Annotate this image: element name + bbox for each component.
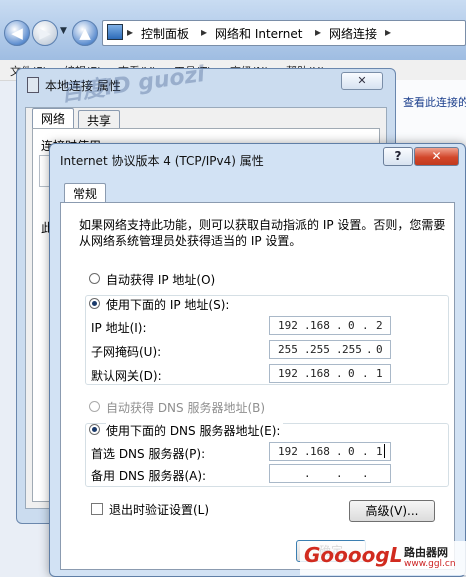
dns-octet[interactable]: 0	[348, 445, 355, 458]
mask-octet[interactable]: 255	[342, 343, 362, 356]
breadcrumb-item[interactable]: 网络连接	[329, 25, 377, 42]
octet-separator: .	[362, 445, 369, 458]
gateway-octet[interactable]: 0	[348, 367, 355, 380]
octet-separator: .	[362, 367, 369, 380]
breadcrumb-separator-icon: ▸	[315, 25, 322, 39]
octet-separator: .	[304, 467, 311, 480]
octet-separator: .	[336, 467, 343, 480]
auto-ip-radio[interactable]	[89, 273, 100, 284]
breadcrumb-item[interactable]: 控制面板	[141, 25, 189, 42]
ip-octet[interactable]: 192	[278, 319, 298, 332]
manual-ip-radio[interactable]	[89, 298, 100, 309]
preferred-dns-field[interactable]: 192 . 168 . 0 . 1	[269, 442, 391, 461]
manual-dns-label[interactable]: 使用下面的 DNS 服务器地址(E):	[106, 422, 284, 439]
breadcrumb-separator-icon: ▸	[127, 25, 134, 39]
octet-separator: .	[366, 343, 373, 356]
mask-octet[interactable]: 255	[310, 343, 330, 356]
breadcrumb-separator-icon: ▸	[385, 25, 392, 39]
auto-ip-label[interactable]: 自动获得 IP 地址(O)	[106, 271, 215, 288]
view-connection-link[interactable]: 查看此连接的	[403, 94, 466, 110]
octet-separator: .	[336, 319, 343, 332]
network-adapter-icon	[27, 77, 39, 93]
auto-dns-radio[interactable]	[89, 401, 100, 412]
mask-octet[interactable]: 255	[278, 343, 298, 356]
manual-dns-radio[interactable]	[89, 424, 100, 435]
address-bar[interactable]: ▸ 控制面板 ▸ 网络和 Internet ▸ 网络连接 ▸	[102, 20, 466, 46]
ip-address-label: IP 地址(I):	[91, 321, 147, 335]
gateway-octet[interactable]: 168	[310, 367, 330, 380]
ip-octet[interactable]: 2	[376, 319, 383, 332]
history-dropdown-icon[interactable]: ▼	[60, 26, 67, 36]
octet-separator: .	[336, 445, 343, 458]
alternate-dns-label: 备用 DNS 服务器(A):	[91, 469, 207, 483]
validate-checkbox[interactable]	[91, 503, 103, 515]
dialog-title: Internet 协议版本 4 (TCP/IPv4) 属性	[60, 154, 264, 168]
tab-general[interactable]: 常规	[64, 183, 107, 204]
close-button[interactable]: ✕	[414, 147, 459, 166]
logo-text: GoooogL	[304, 543, 403, 567]
advanced-button[interactable]: 高级(V)...	[349, 500, 435, 522]
gateway-field[interactable]: 192 . 168 . 0 . 1	[269, 364, 391, 383]
logo-domain: www.ggl.cn	[404, 559, 456, 569]
up-button[interactable]: ▲	[72, 20, 98, 46]
dns-octet[interactable]: 192	[278, 445, 298, 458]
close-icon[interactable]: ✕	[341, 72, 383, 90]
breadcrumb-item[interactable]: 网络和 Internet	[215, 25, 302, 42]
validate-label[interactable]: 退出时验证设置(L)	[109, 501, 209, 518]
ipv4-properties-dialog: Internet 协议版本 4 (TCP/IPv4) 属性 ? ✕ 常规 如果网…	[49, 143, 466, 577]
mask-octet[interactable]: 0	[376, 343, 383, 356]
dns-octet[interactable]: 1	[376, 445, 383, 458]
octet-separator: .	[336, 367, 343, 380]
ip-octet[interactable]: 168	[310, 319, 330, 332]
alternate-dns-field[interactable]: . . .	[269, 464, 391, 483]
manual-ip-label[interactable]: 使用下面的 IP 地址(S):	[106, 296, 233, 313]
subnet-mask-field[interactable]: 255 . 255 . 255 . 0	[269, 340, 391, 359]
octet-separator: .	[362, 319, 369, 332]
gateway-octet[interactable]: 192	[278, 367, 298, 380]
octet-separator: .	[362, 467, 369, 480]
breadcrumb-separator-icon: ▸	[201, 25, 208, 39]
ip-address-field[interactable]: 192 . 168 . 0 . 2	[269, 316, 391, 335]
text-cursor	[384, 444, 385, 458]
auto-dns-label[interactable]: 自动获得 DNS 服务器地址(B)	[106, 399, 265, 416]
gateway-octet[interactable]: 1	[376, 367, 383, 380]
description-text: 如果网络支持此功能，则可以获取自动指派的 IP 设置。否则，您需要从网络系统管理…	[79, 218, 446, 248]
back-button[interactable]: ◀	[4, 20, 30, 46]
dns-octet[interactable]: 168	[310, 445, 330, 458]
gateway-label: 默认网关(D):	[91, 369, 162, 383]
general-tab-panel: 如果网络支持此功能，则可以获取自动指派的 IP 设置。否则，您需要从网络系统管理…	[60, 202, 455, 570]
subnet-mask-label: 子网掩码(U):	[91, 345, 162, 359]
logo-caption: 路由器网	[404, 546, 448, 559]
control-panel-icon	[107, 24, 123, 40]
site-logo: GoooogL 路由器网 www.ggl.cn	[300, 541, 466, 575]
forward-button[interactable]: ▶	[32, 20, 58, 46]
tab-network[interactable]: 网络	[32, 108, 75, 129]
preferred-dns-label: 首选 DNS 服务器(P):	[91, 447, 206, 461]
help-button[interactable]: ?	[383, 147, 413, 166]
ip-octet[interactable]: 0	[348, 319, 355, 332]
